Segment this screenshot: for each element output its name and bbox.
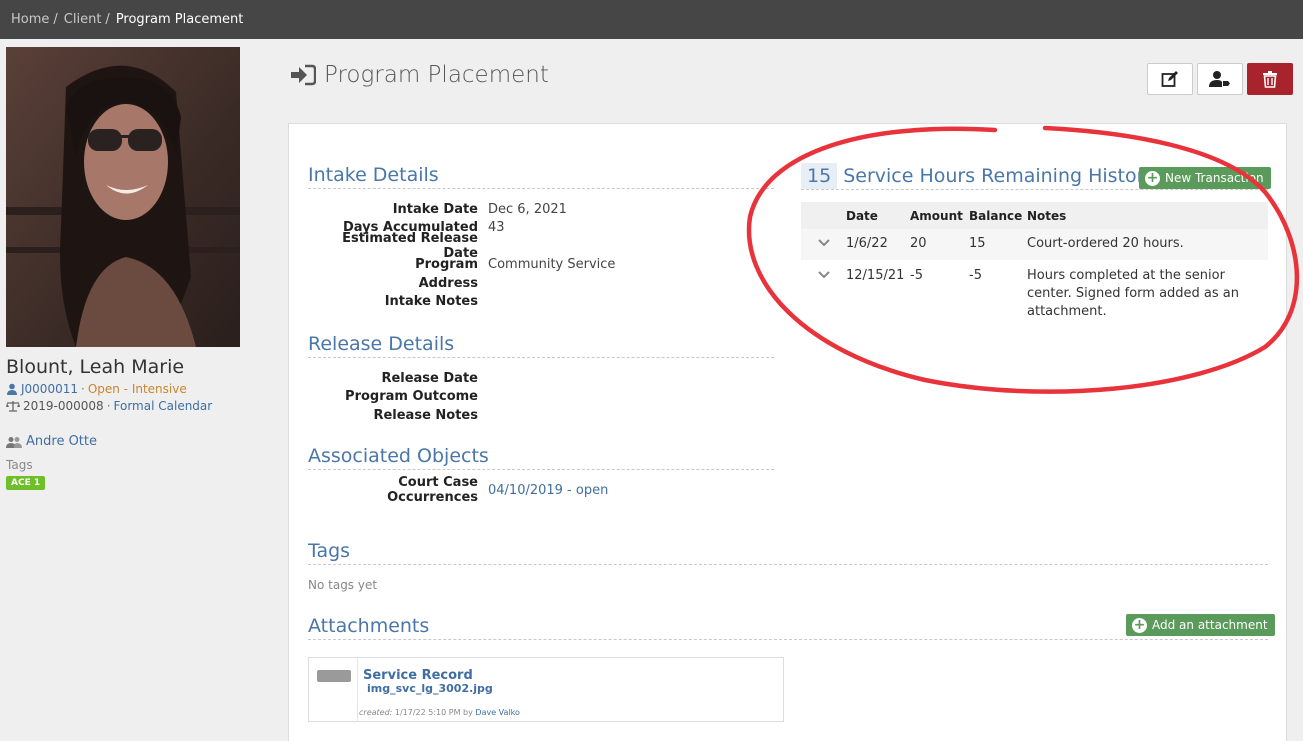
separator-dot: ·	[106, 399, 111, 413]
service-hours-table: Date Amount Balance Notes 1/6/22 20 15 C…	[801, 202, 1268, 321]
field-label: Program	[415, 257, 478, 273]
user-tag-icon	[1209, 71, 1230, 87]
attachments-title: Attachments	[308, 615, 1268, 640]
column-header: Balance	[969, 202, 1027, 229]
tags-section-title: Tags	[308, 540, 1268, 565]
chevron-down-icon[interactable]	[801, 267, 830, 285]
table-header-row: Date Amount Balance Notes	[801, 202, 1268, 229]
attachment-meta: created: 1/17/22 5:10 PM by Dave Valko	[359, 708, 520, 717]
field-label: Court Case Occurrences	[387, 475, 478, 506]
service-hours-title: Service Hours Remaining History	[843, 164, 1156, 187]
case-line: 2019-000008 · Formal Calendar	[6, 399, 212, 413]
new-transaction-button[interactable]: + New Transaction	[1139, 167, 1271, 189]
field-value: Community Service	[488, 257, 616, 273]
client-name: Blount, Leah Marie	[6, 356, 185, 378]
field-label: Intake Date	[392, 201, 478, 217]
row-notes: Hours completed at the senior center. Si…	[1027, 268, 1240, 319]
formal-calendar-link[interactable]: Formal Calendar	[114, 399, 213, 413]
plus-circle-icon: +	[1145, 169, 1160, 186]
divider	[357, 658, 358, 722]
tag-badge[interactable]: ACE 1	[6, 476, 46, 490]
assigned-worker[interactable]: Andre Otte	[6, 434, 97, 449]
estimated-release-row: Estimated Release Date	[308, 231, 615, 261]
client-status: Open - Intensive	[87, 382, 187, 396]
column-header: Amount	[910, 202, 969, 229]
attachment-thumbnail[interactable]	[317, 670, 351, 682]
scales-icon	[6, 401, 20, 412]
address-row: Address	[308, 274, 615, 293]
intake-details-title: Intake Details	[308, 164, 774, 189]
release-details-list: Release Date Program Outcome Release Not…	[308, 369, 488, 425]
court-case-row: Court Case Occurrences 04/10/2019 - open	[308, 475, 608, 505]
field-label: Program Outcome	[345, 389, 478, 405]
attachment-title[interactable]: Service Record	[363, 668, 473, 683]
client-photo-image	[6, 47, 240, 347]
client-photo	[6, 47, 240, 347]
field-label: Release Notes	[373, 407, 478, 423]
row-amount: -5	[910, 268, 923, 283]
field-value: Dec 6, 2021	[488, 201, 567, 217]
no-tags-text: No tags yet	[308, 578, 378, 592]
intake-notes-row: Intake Notes	[308, 293, 615, 312]
breadcrumb-current: Program Placement	[115, 12, 244, 27]
add-attachment-button[interactable]: + Add an attachment	[1126, 614, 1275, 636]
add-attachment-label: Add an attachment	[1152, 618, 1268, 632]
created-time: 1/17/22 5:10 PM by	[394, 708, 473, 717]
row-notes: Court-ordered 20 hours.	[1027, 229, 1268, 260]
page-title: Program Placement	[290, 62, 549, 88]
client-id-link[interactable]: J0000011	[21, 382, 78, 396]
row-date: 1/6/22	[846, 229, 910, 260]
field-label: Release Date	[381, 370, 478, 386]
release-details-title: Release Details	[308, 333, 774, 358]
hours-remaining-count: 15	[801, 162, 838, 189]
author-link[interactable]: Dave Valko	[475, 708, 519, 717]
client-id-line: J0000011 · Open - Intensive	[6, 382, 187, 396]
table-row: 12/15/21 -5 -5 Hours completed at the se…	[801, 260, 1268, 321]
court-case-link[interactable]: 04/10/2019 - open	[488, 483, 608, 498]
chevron-down-icon[interactable]	[801, 236, 830, 251]
created-label: created:	[359, 708, 393, 717]
row-date: 12/15/21	[846, 268, 905, 283]
associated-objects-title: Associated Objects	[308, 445, 774, 470]
edit-button[interactable]	[1147, 63, 1193, 95]
breadcrumb: Home / Client / Program Placement	[0, 0, 1303, 39]
intake-date-row: Intake Date Dec 6, 2021	[308, 200, 615, 219]
trash-icon	[1263, 71, 1277, 88]
table-row: 1/6/22 20 15 Court-ordered 20 hours.	[801, 229, 1268, 260]
field-label: Intake Notes	[384, 294, 478, 310]
expand-column-header	[801, 202, 846, 229]
sign-in-icon	[291, 64, 316, 86]
row-amount: 20	[910, 229, 969, 260]
field-label: Address	[418, 275, 478, 291]
breadcrumb-separator: /	[105, 12, 110, 27]
worker-name: Andre Otte	[26, 434, 97, 449]
page-title-text: Program Placement	[324, 62, 549, 88]
delete-button[interactable]	[1247, 63, 1293, 95]
release-date-row: Release Date	[308, 369, 488, 388]
breadcrumb-home[interactable]: Home	[11, 12, 49, 27]
attachment-card: Service Record img_svc_lg_3002.jpg creat…	[308, 657, 784, 722]
breadcrumb-client[interactable]: Client	[64, 12, 102, 27]
row-balance: 15	[969, 229, 1027, 260]
column-header: Notes	[1027, 202, 1268, 229]
program-outcome-row: Program Outcome	[308, 388, 488, 407]
plus-circle-icon: +	[1132, 616, 1147, 633]
column-header: Date	[846, 202, 910, 229]
case-number: 2019-000008	[23, 399, 104, 413]
edit-icon	[1161, 71, 1178, 87]
row-balance: -5	[969, 268, 982, 283]
release-notes-row: Release Notes	[308, 406, 488, 425]
program-row: Program Community Service	[308, 256, 615, 275]
assign-user-button[interactable]	[1197, 63, 1243, 95]
client-tags-label: Tags	[6, 458, 33, 472]
attachment-filename[interactable]: img_svc_lg_3002.jpg	[367, 682, 493, 695]
intake-details-list: Intake Date Dec 6, 2021 Days Accumulated 4…	[308, 200, 615, 311]
breadcrumb-separator: /	[53, 12, 58, 27]
field-value: 43	[488, 220, 505, 236]
users-icon	[6, 436, 22, 448]
person-icon	[7, 383, 17, 395]
new-transaction-label: New Transaction	[1165, 171, 1264, 185]
associated-objects-list: Court Case Occurrences 04/10/2019 - open	[308, 475, 608, 505]
separator-dot: ·	[80, 382, 85, 396]
